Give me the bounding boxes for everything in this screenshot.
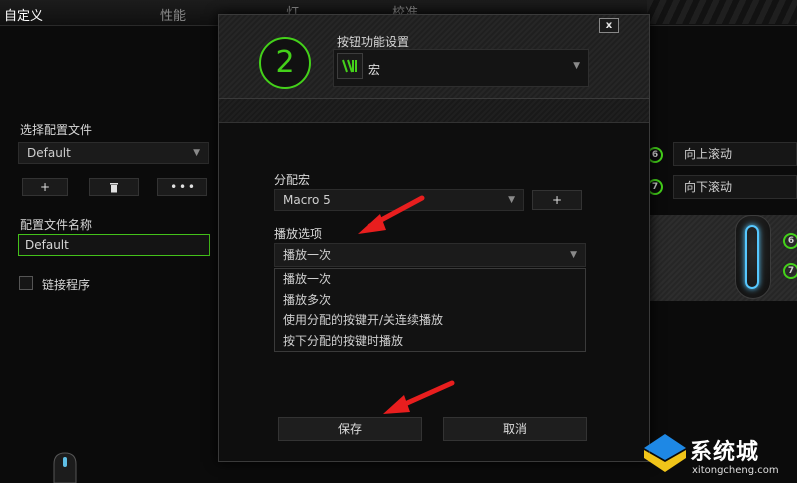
tab-customize[interactable]: 自定义 <box>4 5 43 24</box>
chevron-down-icon: ▼ <box>508 195 515 205</box>
mouse-button-6-marker[interactable]: 6 <box>783 233 797 249</box>
profile-name-label: 配置文件名称 <box>20 218 93 232</box>
add-profile-button[interactable]: + <box>22 178 68 196</box>
close-button[interactable]: x <box>599 18 619 33</box>
trash-icon <box>110 183 118 193</box>
chevron-down-icon: ▼ <box>573 61 580 71</box>
tab-performance[interactable]: 性能 <box>160 5 186 24</box>
assign-macro-label: 分配宏 <box>274 173 311 187</box>
add-macro-button[interactable]: + <box>532 190 582 210</box>
decorative-stripes <box>647 0 797 24</box>
profile-dropdown[interactable]: Default ▼ <box>18 142 209 164</box>
more-options-button[interactable]: • • • <box>157 178 207 196</box>
macro-icon <box>337 53 363 79</box>
playback-options-list: 播放一次 播放多次 使用分配的按键开/关连续播放 按下分配的按键时播放 <box>274 268 586 352</box>
profile-dropdown-value: Default <box>27 146 71 160</box>
chevron-down-icon: ▼ <box>193 148 200 158</box>
dialog-divider <box>219 99 649 123</box>
cancel-button[interactable]: 取消 <box>443 417 587 441</box>
delete-profile-button[interactable] <box>89 178 139 196</box>
chevron-down-icon: ▼ <box>570 250 577 260</box>
watermark: 系统城 xitongcheng.com <box>640 426 797 483</box>
mouse-thumbnail-icon <box>53 452 77 483</box>
playback-dropdown-value: 播放一次 <box>283 248 332 262</box>
playback-option-multiple[interactable]: 播放多次 <box>275 290 585 311</box>
mouse-preview-panel <box>649 215 797 301</box>
playback-options-label: 播放选项 <box>274 227 323 241</box>
profile-name-field[interactable]: Default <box>18 234 210 256</box>
mouse-side-light <box>745 225 759 289</box>
playback-option-toggle[interactable]: 使用分配的按键开/关连续播放 <box>275 310 585 331</box>
macro-dropdown-value: Macro 5 <box>283 193 331 207</box>
red-arrow-icon <box>383 380 455 414</box>
function-dropdown[interactable]: 宏 ▼ <box>333 49 589 87</box>
button-7-assignment[interactable]: 向下滚动 <box>673 175 797 199</box>
playback-dropdown[interactable]: 播放一次 ▼ <box>274 243 586 267</box>
red-arrow-icon <box>358 195 425 234</box>
watermark-url: xitongcheng.com <box>692 465 779 476</box>
watermark-text: 系统城 <box>690 440 760 465</box>
playback-option-once[interactable]: 播放一次 <box>275 269 585 290</box>
button-6-assignment[interactable]: 向上滚动 <box>673 142 797 166</box>
profile-section-label: 选择配置文件 <box>20 123 93 137</box>
link-program-checkbox[interactable] <box>19 276 33 290</box>
save-button[interactable]: 保存 <box>278 417 422 441</box>
mouse-button-7-marker[interactable]: 7 <box>783 263 797 279</box>
dialog-title: 按钮功能设置 <box>337 35 410 49</box>
playback-option-hold[interactable]: 按下分配的按键时播放 <box>275 331 585 352</box>
watermark-logo-icon <box>644 434 686 472</box>
dialog-header: 2 x 按钮功能设置 宏 ▼ <box>219 15 649 99</box>
function-dropdown-value: 宏 <box>368 63 381 77</box>
link-program-label: 链接程序 <box>42 278 91 292</box>
button-number-badge: 2 <box>259 37 311 89</box>
